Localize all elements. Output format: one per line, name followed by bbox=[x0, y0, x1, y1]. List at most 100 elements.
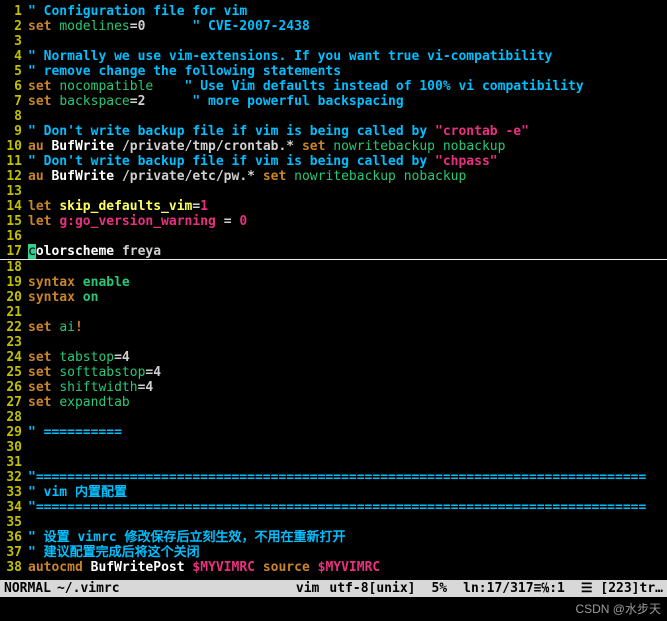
code-line[interactable]: 5" remove change the following statement… bbox=[0, 64, 667, 79]
token-bool: enable bbox=[83, 275, 130, 290]
line-number: 28 bbox=[0, 410, 28, 425]
line-number: 33 bbox=[0, 485, 28, 500]
token-comment: " more powerful backspacing bbox=[192, 94, 403, 109]
line-content[interactable]: au BufWrite /private/etc/pw.* set nowrit… bbox=[28, 169, 667, 184]
code-line[interactable]: 35 bbox=[0, 515, 667, 530]
code-line[interactable]: 18 bbox=[0, 260, 667, 275]
code-line[interactable]: 32"=====================================… bbox=[0, 470, 667, 485]
line-content[interactable]: " Configuration file for vim bbox=[28, 4, 667, 19]
code-line[interactable]: 1" Configuration file for vim bbox=[0, 4, 667, 19]
line-content[interactable]: let skip_defaults_vim=1 bbox=[28, 199, 667, 214]
line-content[interactable]: syntax on bbox=[28, 290, 667, 305]
token-comment: "=======================================… bbox=[28, 470, 646, 485]
code-line[interactable]: 15let g:go_version_warning = 0 bbox=[0, 214, 667, 229]
line-content[interactable] bbox=[28, 229, 667, 244]
line-content[interactable] bbox=[28, 184, 667, 199]
line-content[interactable]: " Normally we use vim-extensions. If you… bbox=[28, 49, 667, 64]
line-content[interactable] bbox=[28, 260, 667, 275]
line-content[interactable]: set tabstop=4 bbox=[28, 350, 667, 365]
line-content[interactable]: autocmd BufWritePost $MYVIMRC source $MY… bbox=[28, 560, 667, 575]
code-line[interactable]: 33" vim 内置配置 bbox=[0, 485, 667, 500]
line-number: 15 bbox=[0, 214, 28, 229]
line-content[interactable]: " ========== bbox=[28, 425, 667, 440]
code-line[interactable]: 38autocmd BufWritePost $MYVIMRC source $… bbox=[0, 560, 667, 575]
code-line[interactable]: 36" 设置 vimrc 修改保存后立刻生效，不用在重新打开 bbox=[0, 530, 667, 545]
line-content[interactable] bbox=[28, 410, 667, 425]
token-plain bbox=[145, 94, 192, 109]
code-line[interactable]: 24set tabstop=4 bbox=[0, 350, 667, 365]
code-line[interactable]: 9" Don't write backup file if vim is bei… bbox=[0, 124, 667, 139]
line-content[interactable] bbox=[28, 515, 667, 530]
line-content[interactable] bbox=[28, 34, 667, 49]
code-line[interactable]: 19syntax enable bbox=[0, 275, 667, 290]
line-content[interactable]: set backspace=2 " more powerful backspac… bbox=[28, 94, 667, 109]
line-content[interactable]: colorscheme freya bbox=[28, 244, 667, 259]
line-number: 9 bbox=[0, 124, 28, 139]
editor-viewport[interactable]: 1" Configuration file for vim2set modeli… bbox=[0, 0, 667, 575]
line-content[interactable] bbox=[28, 335, 667, 350]
code-line[interactable]: 11" Don't write backup file if vim is be… bbox=[0, 154, 667, 169]
line-content[interactable]: set nocompatible " Use Vim defaults inst… bbox=[28, 79, 667, 94]
code-line[interactable]: 3 bbox=[0, 34, 667, 49]
code-line[interactable]: 10au BufWrite /private/tmp/crontab.* set… bbox=[0, 139, 667, 154]
line-content[interactable]: "=======================================… bbox=[28, 470, 667, 485]
code-line[interactable]: 12au BufWrite /private/etc/pw.* set nowr… bbox=[0, 169, 667, 184]
token-keyword: syntax bbox=[28, 290, 83, 305]
line-content[interactable]: " remove change the following statements bbox=[28, 64, 667, 79]
line-content[interactable]: set ai! bbox=[28, 320, 667, 335]
line-content[interactable] bbox=[28, 305, 667, 320]
line-content[interactable]: " 设置 vimrc 修改保存后立刻生效，不用在重新打开 bbox=[28, 530, 667, 545]
line-content[interactable]: " 建议配置完成后将这个关闭 bbox=[28, 545, 667, 560]
code-line[interactable]: 7set backspace=2 " more powerful backspa… bbox=[0, 94, 667, 109]
token-comment: " Don't write backup file if vim is bein… bbox=[28, 154, 435, 169]
line-content[interactable] bbox=[28, 455, 667, 470]
line-number: 1 bbox=[0, 4, 28, 19]
code-line[interactable]: 14let skip_defaults_vim=1 bbox=[0, 199, 667, 214]
code-line[interactable]: 6set nocompatible " Use Vim defaults ins… bbox=[0, 79, 667, 94]
line-content[interactable]: "=======================================… bbox=[28, 500, 667, 515]
code-line[interactable]: 20syntax on bbox=[0, 290, 667, 305]
code-line[interactable]: 34"=====================================… bbox=[0, 500, 667, 515]
line-content[interactable]: " vim 内置配置 bbox=[28, 485, 667, 500]
line-content[interactable]: set expandtab bbox=[28, 395, 667, 410]
code-line[interactable]: 23 bbox=[0, 335, 667, 350]
status-bar: NORMAL ~/.vimrc vim utf-8[unix] 5% ln:17… bbox=[0, 580, 667, 597]
token-option: ai bbox=[59, 320, 75, 335]
code-line[interactable]: 16 bbox=[0, 229, 667, 244]
line-content[interactable] bbox=[28, 440, 667, 455]
code-line[interactable]: 2set modelines=0 " CVE-2007-2438 bbox=[0, 19, 667, 34]
token-keyword: set bbox=[28, 365, 59, 380]
line-content[interactable]: let g:go_version_warning = 0 bbox=[28, 214, 667, 229]
line-content[interactable]: set softtabstop=4 bbox=[28, 365, 667, 380]
code-line[interactable]: 21 bbox=[0, 305, 667, 320]
token-bool: on bbox=[83, 290, 99, 305]
code-line[interactable]: 25set softtabstop=4 bbox=[0, 365, 667, 380]
code-line[interactable]: 27set expandtab bbox=[0, 395, 667, 410]
code-line[interactable]: 22set ai! bbox=[0, 320, 667, 335]
line-number: 13 bbox=[0, 184, 28, 199]
code-line[interactable]: 29" ========== bbox=[0, 425, 667, 440]
code-line[interactable]: 13 bbox=[0, 184, 667, 199]
code-line[interactable]: 26set shiftwidth=4 bbox=[0, 380, 667, 395]
token-keyword: let bbox=[28, 199, 59, 214]
line-content[interactable] bbox=[28, 109, 667, 124]
code-line[interactable]: 4" Normally we use vim-extensions. If yo… bbox=[0, 49, 667, 64]
token-option: backspace bbox=[59, 94, 129, 109]
code-line[interactable]: 31 bbox=[0, 455, 667, 470]
line-content[interactable]: syntax enable bbox=[28, 275, 667, 290]
code-line[interactable]: 8 bbox=[0, 109, 667, 124]
token-plain: /private/etc/pw.* bbox=[122, 169, 263, 184]
code-line[interactable]: 30 bbox=[0, 440, 667, 455]
line-content[interactable]: set modelines=0 " CVE-2007-2438 bbox=[28, 19, 667, 34]
line-content[interactable]: set shiftwidth=4 bbox=[28, 380, 667, 395]
code-line[interactable]: 28 bbox=[0, 410, 667, 425]
line-content[interactable]: " Don't write backup file if vim is bein… bbox=[28, 124, 667, 139]
token-number: 1 bbox=[200, 199, 208, 214]
code-line[interactable]: 17colorscheme freya bbox=[0, 244, 667, 260]
code-line[interactable]: 37" 建议配置完成后将这个关闭 bbox=[0, 545, 667, 560]
line-content[interactable]: au BufWrite /private/tmp/crontab.* set n… bbox=[28, 139, 667, 154]
token-option: shiftwidth bbox=[59, 380, 137, 395]
line-content[interactable]: " Don't write backup file if vim is bein… bbox=[28, 154, 667, 169]
line-number: 31 bbox=[0, 455, 28, 470]
status-encoding: utf-8[unix] bbox=[319, 581, 415, 596]
